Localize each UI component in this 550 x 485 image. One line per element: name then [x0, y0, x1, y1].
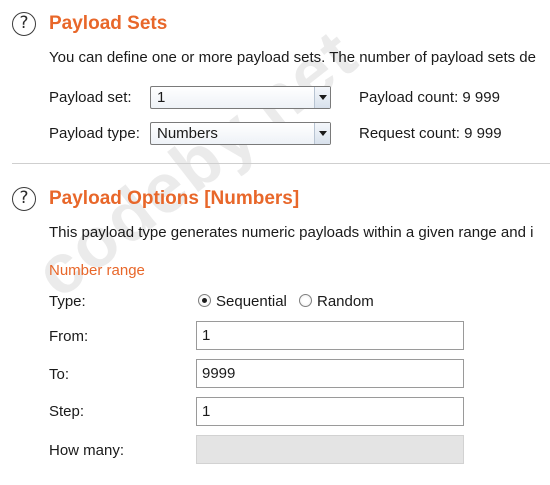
- chevron-down-icon[interactable]: [314, 87, 330, 108]
- section-divider: [12, 163, 550, 164]
- radio-sequential-label[interactable]: Sequential: [216, 293, 287, 310]
- from-label: From:: [49, 328, 89, 345]
- section-title-payload-options: Payload Options [Numbers]: [49, 188, 300, 209]
- payload-set-select[interactable]: 1: [150, 86, 331, 109]
- payload-sets-description: You can define one or more payload sets.…: [49, 49, 536, 66]
- radio-random-label[interactable]: Random: [317, 293, 374, 310]
- to-field[interactable]: 9999: [196, 359, 464, 388]
- chevron-down-icon[interactable]: [314, 123, 330, 144]
- payload-options-description: This payload type generates numeric payl…: [49, 224, 534, 241]
- radio-sequential[interactable]: [198, 294, 211, 307]
- step-field[interactable]: 1: [196, 397, 464, 426]
- request-count-text: Request count: 9 999: [359, 125, 502, 142]
- section-title-payload-sets: Payload Sets: [49, 13, 168, 34]
- how-many-field: [196, 435, 464, 464]
- payload-count-text: Payload count: 9 999: [359, 89, 500, 106]
- payload-type-select[interactable]: Numbers: [150, 122, 331, 145]
- help-icon[interactable]: ?: [12, 12, 36, 36]
- from-field[interactable]: 1: [196, 321, 464, 350]
- number-range-heading: Number range: [49, 262, 145, 279]
- to-label: To:: [49, 366, 70, 383]
- payload-type-value: Numbers: [157, 125, 218, 142]
- type-label: Type:: [49, 293, 86, 310]
- payload-set-label: Payload set:: [49, 89, 132, 106]
- payload-set-value: 1: [157, 89, 166, 106]
- how-many-label: How many:: [49, 442, 125, 459]
- payload-type-label: Payload type:: [49, 125, 140, 142]
- step-label: Step:: [49, 403, 85, 420]
- help-icon[interactable]: ?: [12, 187, 36, 211]
- radio-random[interactable]: [299, 294, 312, 307]
